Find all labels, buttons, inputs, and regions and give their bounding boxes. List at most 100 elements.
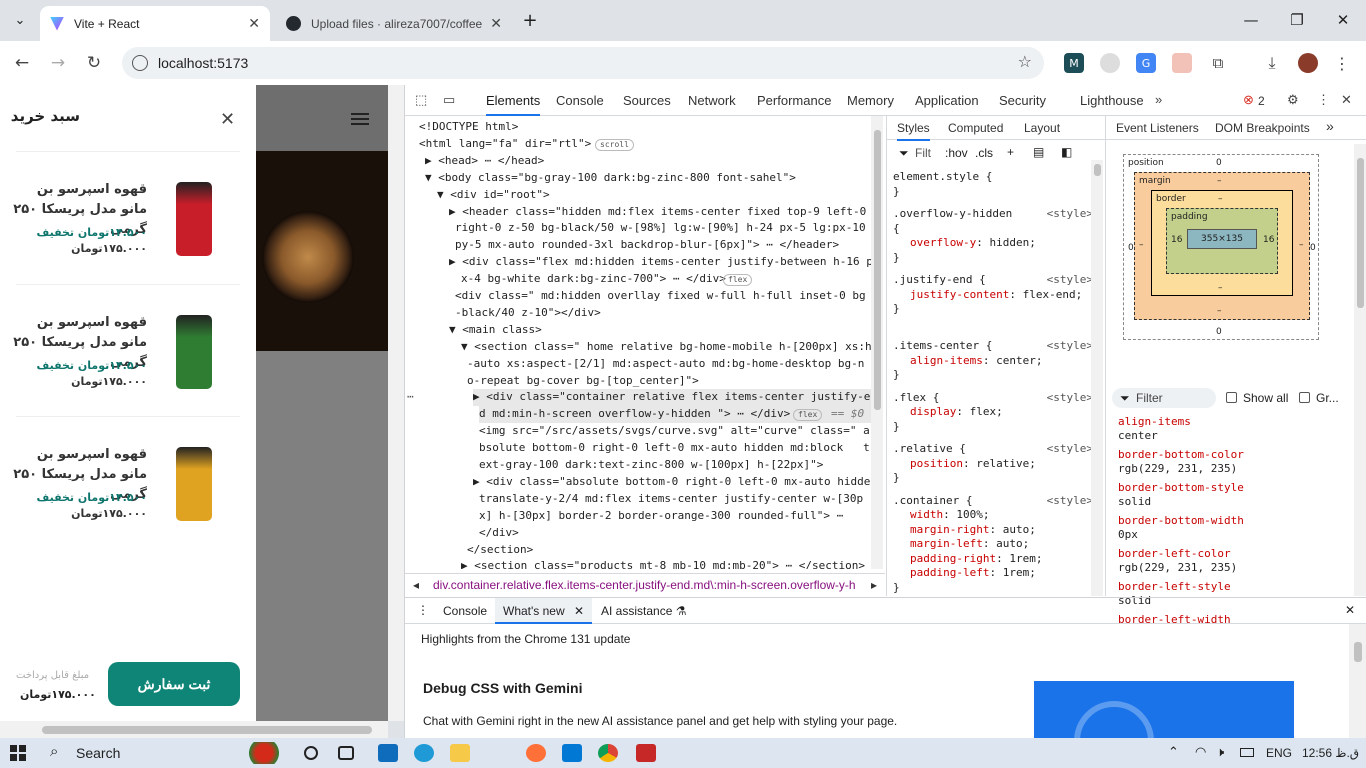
search-icon[interactable]: ⌕ xyxy=(50,743,58,760)
rule-source[interactable]: <style> xyxy=(1047,442,1093,457)
dom-node-line[interactable]: ▶ <div class="absolute bottom-0 right-0 … xyxy=(473,474,881,491)
chrome-icon[interactable] xyxy=(598,744,618,762)
dom-node-line[interactable]: </section> xyxy=(467,542,881,559)
computed-scrollbar[interactable] xyxy=(1354,144,1366,596)
rule-property[interactable]: margin-left: auto; xyxy=(893,537,1093,552)
tab-dom-breakpoints[interactable]: DOM Breakpoints xyxy=(1215,121,1310,135)
dom-node-line[interactable]: py-5 mx-auto rounded-3xl backdrop-blur-[… xyxy=(455,237,881,254)
tab-network[interactable]: Network xyxy=(688,93,736,108)
dom-node-line[interactable]: ▼ <body class="bg-gray-100 dark:bg-zinc-… xyxy=(425,170,881,187)
rule-source[interactable]: <style> xyxy=(1047,273,1093,288)
styles-scrollbar[interactable] xyxy=(1091,160,1103,596)
dom-node-line[interactable]: <img src="/src/assets/svgs/curve.svg" al… xyxy=(479,423,881,440)
dom-node-line[interactable]: ▼ <main class> xyxy=(449,322,881,339)
file-explorer-icon[interactable] xyxy=(450,744,470,762)
back-button[interactable]: ← xyxy=(8,49,36,77)
badge-flex[interactable]: flex xyxy=(793,409,823,421)
edge-icon[interactable] xyxy=(414,744,434,762)
rule-property[interactable]: justify-content: flex-end; xyxy=(893,288,1093,303)
language-indicator[interactable]: ENG xyxy=(1266,746,1292,760)
rule-property[interactable]: display: flex; xyxy=(893,405,1093,420)
task-view-icon[interactable] xyxy=(304,746,318,760)
rule-selector[interactable]: element.style { xyxy=(893,170,1093,185)
node-actions-icon[interactable]: ⋯ xyxy=(407,389,414,406)
dom-node-line[interactable]: <!DOCTYPE html> xyxy=(419,119,881,136)
tab-lighthouse[interactable]: Lighthouse xyxy=(1080,93,1144,108)
new-tab-button[interactable]: + xyxy=(516,6,544,34)
extension-m-icon[interactable]: M xyxy=(1064,53,1084,73)
widgets-icon[interactable] xyxy=(338,746,354,760)
tab-security[interactable]: Security xyxy=(999,93,1046,108)
bookmark-star-icon[interactable]: ☆ xyxy=(1018,52,1032,71)
style-rule[interactable]: .overflow-y-hidden <style>{overflow-y: hi… xyxy=(893,207,1093,265)
style-rule[interactable]: .justify-end {<style> justify-content: fl… xyxy=(893,273,1093,317)
forward-button[interactable]: → xyxy=(44,49,72,77)
style-rule[interactable]: .container {<style> width: 100%; margin-ri… xyxy=(893,494,1093,596)
close-devtools-icon[interactable]: ✕ xyxy=(1341,92,1352,108)
rule-source[interactable]: <style> xyxy=(1047,207,1093,222)
tab-vite-react[interactable]: Vite + React ✕ xyxy=(40,6,270,41)
tab-elements[interactable]: Elements xyxy=(486,93,541,116)
taskbar-search[interactable]: Search xyxy=(76,745,120,761)
rule-source[interactable]: <style> xyxy=(1047,391,1093,406)
extension-icon[interactable] xyxy=(1172,53,1192,73)
close-tab-icon[interactable]: ✕ xyxy=(248,15,260,32)
rule-property[interactable]: position: relative; xyxy=(893,457,1093,472)
clock[interactable]: 12:56 ق.ظ xyxy=(1302,746,1359,760)
close-window-button[interactable]: ✕ xyxy=(1320,6,1366,34)
drawer-scrollbar[interactable] xyxy=(1349,624,1366,739)
dom-node-line[interactable]: ▶ <section class="products mt-8 mb-10 md… xyxy=(461,558,881,569)
more-tabs-icon[interactable]: » xyxy=(1155,92,1162,107)
dom-node-line[interactable]: o-repeat bg-cover bg-[top_center]"> xyxy=(467,373,881,390)
wifi-icon[interactable]: ◠ xyxy=(1195,744,1206,760)
tab-application[interactable]: Application xyxy=(915,93,979,108)
close-tab-icon[interactable]: ✕ xyxy=(490,15,502,32)
computed-property[interactable]: border-bottom-width 0px xyxy=(1118,514,1244,542)
computed-property[interactable]: align-items center xyxy=(1118,415,1191,443)
site-info-icon[interactable] xyxy=(132,55,148,71)
kebab-menu-icon[interactable]: ⋮ xyxy=(1317,92,1330,108)
rule-property[interactable]: margin-right: auto; xyxy=(893,523,1093,538)
elements-tree[interactable]: <!DOCTYPE html> <html lang="fa" dir="rtl"… xyxy=(405,116,885,569)
drawer-tab-ai-assistance[interactable]: AI assistance ⚗ xyxy=(601,604,686,618)
breadcrumb-left-icon[interactable]: ◂ xyxy=(405,578,427,592)
firefox-icon[interactable] xyxy=(526,744,546,762)
more-tabs-icon[interactable]: » xyxy=(1326,118,1334,134)
computed-property[interactable]: border-left-color rgb(229, 231, 235) xyxy=(1118,547,1237,575)
rule-source[interactable]: <style> xyxy=(1047,339,1093,354)
dom-node-line[interactable]: </div> xyxy=(479,525,881,542)
tab-event-listeners[interactable]: Event Listeners xyxy=(1116,121,1199,135)
tab-layout[interactable]: Layout xyxy=(1024,121,1060,135)
badge-flex[interactable]: flex xyxy=(723,274,753,286)
dom-node-line[interactable]: ext-gray-100 dark:text-zinc-800 w-[100px… xyxy=(479,457,881,474)
hov-toggle[interactable]: :hov xyxy=(945,146,968,160)
volume-icon[interactable]: 🕨 xyxy=(1216,744,1224,760)
tab-performance[interactable]: Performance xyxy=(757,93,831,108)
elements-scrollbar[interactable] xyxy=(871,116,883,569)
outlook-icon[interactable] xyxy=(378,744,398,762)
breadcrumb-right-icon[interactable]: ▸ xyxy=(863,578,885,592)
vscode-icon[interactable] xyxy=(562,744,582,762)
styles-filter-input[interactable]: Filt xyxy=(915,146,931,160)
computed-filter-input[interactable]: ⏷ Filter xyxy=(1112,388,1216,408)
avatar[interactable] xyxy=(1298,53,1318,73)
tab-styles[interactable]: Styles xyxy=(897,121,930,141)
style-rule[interactable]: element.style {} xyxy=(893,170,1093,199)
rule-property[interactable]: overflow-y: hidden; xyxy=(893,236,1093,251)
dom-node-line[interactable]: ▶ <div class="container relative flex it… xyxy=(473,389,881,407)
extensions-puzzle-icon[interactable]: ⧉ xyxy=(1208,53,1228,73)
tab-upload-files[interactable]: Upload files · alireza7007/coffee ✕ xyxy=(276,6,512,41)
rule-property[interactable]: align-items: center; xyxy=(893,354,1093,369)
breadcrumb-path[interactable]: div.container.relative.flex.items-center… xyxy=(433,578,863,592)
group-checkbox[interactable] xyxy=(1299,392,1310,403)
dom-node-line[interactable]: -auto xs:aspect-[2/1] md:aspect-auto md:… xyxy=(467,356,881,373)
dom-node-line[interactable]: ▼ <div id="root"> xyxy=(437,187,881,204)
restore-button[interactable]: ❐ xyxy=(1274,6,1320,34)
dom-node-line[interactable]: ▶ <div class="flex md:hidden items-cente… xyxy=(449,254,881,271)
add-rule-icon[interactable]: + xyxy=(1007,145,1014,159)
drawer-menu-icon[interactable]: ⋮ xyxy=(417,603,429,617)
extension-icon[interactable] xyxy=(1100,53,1120,73)
windows-start-icon[interactable] xyxy=(10,745,26,761)
drawer-tab-whats-new[interactable]: What's new ✕ xyxy=(495,598,593,624)
hamburger-icon[interactable] xyxy=(351,113,369,125)
